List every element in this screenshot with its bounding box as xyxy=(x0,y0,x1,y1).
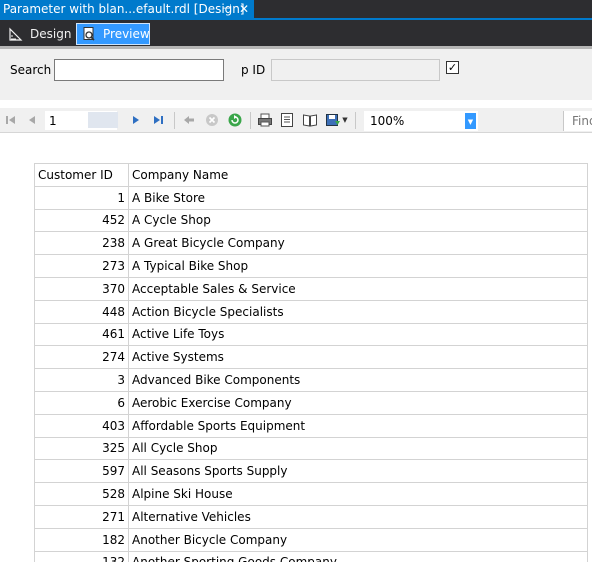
company-name-cell: Another Sporting Goods Company xyxy=(128,550,588,562)
table-row: 528 Alpine Ski House xyxy=(34,482,588,506)
column-header-company-name: Company Name xyxy=(128,163,588,187)
table-row: 1A Bike Store xyxy=(34,185,588,210)
refresh-icon[interactable] xyxy=(227,112,243,128)
toolbar-separator xyxy=(355,112,356,129)
customer-id-cell: 274 xyxy=(34,345,129,370)
search-label: Search xyxy=(10,63,52,77)
table-row: 238 A Great Bicycle Company xyxy=(34,231,588,256)
table-row: 325 All Cycle Shop xyxy=(34,436,588,461)
table-row: 182 Another Bicycle Company xyxy=(34,527,588,552)
table-row: 132Another Sporting Goods Company xyxy=(34,550,588,562)
company-name-cell: A Great Bicycle Company xyxy=(128,231,588,256)
toolbar-separator xyxy=(174,112,175,129)
customer-id-cell: 452 xyxy=(34,208,129,233)
pid-label: p ID xyxy=(241,63,266,77)
company-name-cell: Advanced Bike Components xyxy=(128,368,588,392)
first-page-icon[interactable] xyxy=(3,112,19,128)
preview-tab[interactable]: Preview xyxy=(76,23,150,45)
table-header-row: Customer ID Company Name xyxy=(34,163,588,187)
company-name-cell: Another Bicycle Company xyxy=(128,527,588,552)
chevron-down-icon[interactable]: ▼ xyxy=(465,113,476,129)
table-row: 448 Action Bicycle Specialists xyxy=(34,299,588,324)
customer-id-cell: 370 xyxy=(34,276,129,301)
report-toolbar: ▼ 100% ▼ Find xyxy=(0,108,592,133)
preview-tab-label: Preview xyxy=(103,27,150,41)
next-page-icon[interactable] xyxy=(128,112,144,128)
export-dropdown-icon[interactable]: ▼ xyxy=(340,112,350,128)
customer-table: Customer ID Company Name 1A Bike Store 45… xyxy=(34,163,588,562)
export-icon[interactable] xyxy=(325,112,341,128)
print-icon[interactable] xyxy=(257,112,273,128)
company-name-cell: Alpine Ski House xyxy=(128,482,588,506)
table-row: 370 Acceptable Sales & Service xyxy=(34,276,588,301)
table-row: 403 Affordable Sports Equipment xyxy=(34,413,588,438)
view-switcher-bar: Design Preview xyxy=(0,20,592,46)
customer-id-cell: 448 xyxy=(34,299,129,324)
table-row: 274 Active Systems xyxy=(34,345,588,370)
table-row: 273 A Typical Bike Shop xyxy=(34,254,588,278)
stop-icon[interactable] xyxy=(204,112,220,128)
customer-id-cell: 273 xyxy=(34,254,129,278)
company-name-cell: Aerobic Exercise Company xyxy=(128,390,588,415)
pid-input[interactable] xyxy=(271,59,440,81)
customer-id-cell: 461 xyxy=(34,322,129,347)
customer-id-cell: 528 xyxy=(34,482,129,506)
close-icon[interactable]: ✕ xyxy=(237,0,251,18)
column-header-customer-id: Customer ID xyxy=(34,163,129,187)
customer-id-cell: 1 xyxy=(34,185,129,210)
company-name-cell: Active Life Toys xyxy=(128,322,588,347)
customer-id-cell: 325 xyxy=(34,436,129,461)
toolbar-separator xyxy=(250,112,251,129)
customer-id-cell: 403 xyxy=(34,413,129,438)
table-row: 6 Aerobic Exercise Company xyxy=(34,390,588,415)
table-row: 271 Alternative Vehicles xyxy=(34,504,588,529)
table-row: 597 All Seasons Sports Supply xyxy=(34,459,588,484)
zoom-select[interactable]: 100% xyxy=(364,111,478,131)
last-page-icon[interactable] xyxy=(150,112,166,128)
company-name-cell: A Cycle Shop xyxy=(128,208,588,233)
customer-id-cell: 182 xyxy=(34,527,129,552)
document-tab-bar: Parameter with blan...efault.rdl [Design… xyxy=(0,0,592,18)
company-name-cell: Acceptable Sales & Service xyxy=(128,276,588,301)
customer-id-cell: 6 xyxy=(34,390,129,415)
customer-id-cell: 271 xyxy=(34,504,129,529)
pin-icon[interactable]: ⊣ xyxy=(221,0,233,18)
table-row: 461 Active Life Toys xyxy=(34,322,588,347)
customer-id-cell: 238 xyxy=(34,231,129,256)
null-checkbox[interactable]: ✓ xyxy=(446,61,459,74)
customer-id-cell: 597 xyxy=(34,459,129,484)
company-name-cell: Active Systems xyxy=(128,345,588,370)
document-tab-title: Parameter with blan...efault.rdl [Design… xyxy=(3,2,245,16)
company-name-cell: A Bike Store xyxy=(128,185,588,210)
search-input[interactable] xyxy=(54,59,224,81)
page-count-field xyxy=(88,112,118,128)
design-tab-label: Design xyxy=(30,27,72,41)
preview-icon xyxy=(81,26,97,42)
company-name-cell: A Typical Bike Shop xyxy=(128,254,588,278)
find-input[interactable]: Find xyxy=(563,111,592,131)
company-name-cell: All Seasons Sports Supply xyxy=(128,459,588,484)
document-tab[interactable]: Parameter with blan...efault.rdl [Design… xyxy=(0,0,254,18)
table-row: 3 Advanced Bike Components xyxy=(34,368,588,392)
customer-id-cell: 3 xyxy=(34,368,129,392)
print-layout-icon[interactable] xyxy=(279,112,295,128)
previous-page-icon[interactable] xyxy=(24,112,40,128)
company-name-cell: Affordable Sports Equipment xyxy=(128,413,588,438)
design-icon xyxy=(8,26,24,42)
page-setup-icon[interactable] xyxy=(302,112,318,128)
design-tab[interactable]: Design xyxy=(4,23,72,45)
table-row: 452 A Cycle Shop xyxy=(34,208,588,233)
customer-id-cell: 132 xyxy=(34,550,129,562)
parameter-panel: Search p ID ✓ xyxy=(0,49,592,100)
company-name-cell: Alternative Vehicles xyxy=(128,504,588,529)
company-name-cell: Action Bicycle Specialists xyxy=(128,299,588,324)
company-name-cell: All Cycle Shop xyxy=(128,436,588,461)
back-icon[interactable] xyxy=(181,112,197,128)
